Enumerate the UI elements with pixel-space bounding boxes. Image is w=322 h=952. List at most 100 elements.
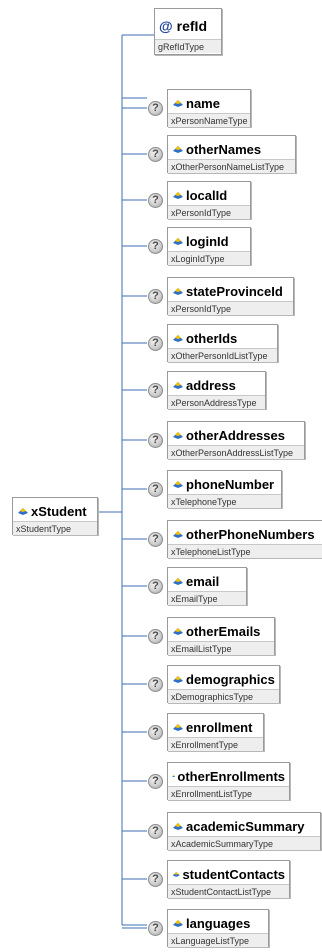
child-element-name-row: otherIds — [168, 325, 277, 348]
child-element-name: otherIds — [186, 330, 238, 346]
child-element-name: otherAddresses — [186, 427, 285, 443]
child-element-name: address — [186, 377, 236, 393]
child-element-name-row: studentContacts — [168, 861, 289, 884]
child-element-type: xLanguageListType — [168, 933, 268, 947]
child-element-name: name — [186, 95, 220, 111]
child-element-name: demographics — [186, 671, 275, 687]
child-element-otherids[interactable]: otherIds xOtherPersonIdListType — [167, 324, 278, 362]
child-element-otheremails[interactable]: otherEmails xEmailListType — [167, 617, 275, 655]
optional-question-icon: ? — [148, 482, 163, 497]
child-element-type: xEnrollmentListType — [168, 786, 289, 800]
child-element-phonenumber[interactable]: phoneNumber xTelephoneType — [167, 470, 282, 508]
child-element-othernames[interactable]: otherNames xOtherPersonNameListType — [167, 135, 296, 173]
child-element-name-row: demographics — [168, 666, 279, 689]
root-element-name-row: xStudent — [13, 498, 97, 521]
child-element-type: xTelephoneType — [168, 494, 281, 508]
child-element-name-row: enrollment — [168, 714, 263, 737]
optional-question-icon: ? — [148, 147, 163, 162]
element-icon — [172, 871, 180, 877]
child-element-type: xEmailType — [168, 591, 246, 605]
child-element-type: xPersonAddressType — [168, 395, 265, 409]
child-element-name: otherEnrollments — [177, 768, 285, 784]
element-icon — [18, 508, 28, 515]
child-element-stateprovinceid[interactable]: stateProvinceId xPersonIdType — [167, 277, 294, 315]
child-element-type: xDemographicsType — [168, 689, 279, 703]
child-element-name-row: stateProvinceId — [168, 278, 293, 301]
child-element-type: xOtherPersonIdListType — [168, 348, 277, 362]
child-element-loginid[interactable]: loginId xLoginIdType — [167, 227, 251, 265]
child-element-address[interactable]: address xPersonAddressType — [167, 371, 266, 409]
child-element-name-row: otherPhoneNumbers — [168, 521, 322, 544]
element-icon — [173, 192, 183, 199]
child-element-type: xLoginIdType — [168, 251, 250, 265]
attribute-type: gRefIdType — [155, 39, 221, 53]
element-icon — [173, 676, 183, 683]
root-element-name: xStudent — [31, 503, 87, 519]
optional-question-icon: ? — [148, 336, 163, 351]
optional-question-icon: ? — [148, 921, 163, 936]
child-element-localid[interactable]: localId xPersonIdType — [167, 181, 251, 219]
child-element-type: xOtherPersonNameListType — [168, 159, 295, 173]
child-element-name-row: email — [168, 568, 246, 591]
child-element-name-row: otherAddresses — [168, 422, 304, 445]
schema-diagram: xStudent xStudentType @ refId gRefIdType… — [0, 0, 322, 952]
child-element-type: xEnrollmentType — [168, 737, 263, 751]
child-element-name: email — [186, 573, 220, 589]
element-icon — [173, 100, 183, 107]
child-element-name: localId — [186, 187, 228, 203]
element-icon — [173, 382, 183, 389]
child-element-name-row: localId — [168, 182, 250, 205]
element-icon — [173, 920, 183, 927]
child-element-otherphonenumbers[interactable]: otherPhoneNumbers xTelephoneListType — [167, 520, 322, 558]
child-element-enrollment[interactable]: enrollment xEnrollmentType — [167, 713, 264, 751]
child-element-languages[interactable]: languages xLanguageListType — [167, 909, 269, 947]
child-element-otheraddresses[interactable]: otherAddresses xOtherPersonAddressListTyp… — [167, 421, 305, 459]
child-element-name: phoneNumber — [186, 476, 275, 492]
optional-question-icon: ? — [148, 289, 163, 304]
child-element-name: languages — [186, 915, 251, 931]
child-element-name-row: languages — [168, 910, 268, 933]
element-icon — [173, 823, 183, 830]
optional-question-icon: ? — [148, 824, 163, 839]
child-element-name-row: otherEmails — [168, 618, 274, 641]
child-element-name-row: phoneNumber — [168, 471, 281, 494]
attribute-name: refId — [176, 17, 207, 34]
child-element-type: xPersonIdType — [168, 301, 293, 315]
child-element-name-row: address — [168, 372, 265, 395]
root-element-xstudent[interactable]: xStudent xStudentType — [12, 497, 98, 535]
optional-question-icon: ? — [148, 579, 163, 594]
child-element-type: xPersonNameType — [168, 113, 250, 127]
child-element-demographics[interactable]: demographics xDemographicsType — [167, 665, 280, 703]
child-element-name[interactable]: name xPersonNameType — [167, 89, 251, 127]
optional-question-icon: ? — [148, 872, 163, 887]
child-element-studentcontacts[interactable]: studentContacts xStudentContactListType — [167, 860, 290, 898]
element-icon — [173, 288, 183, 295]
child-element-type: xOtherPersonAddressListType — [168, 445, 304, 459]
optional-question-icon: ? — [148, 532, 163, 547]
element-icon — [173, 628, 183, 635]
child-element-name-row: name — [168, 90, 250, 113]
child-element-name-row: academicSummary — [168, 813, 320, 836]
child-element-name: otherEmails — [186, 623, 261, 639]
child-element-type: xTelephoneListType — [168, 544, 322, 558]
attribute-icon: @ — [159, 17, 173, 34]
child-element-name-row: otherNames — [168, 136, 295, 159]
child-element-type: xAcademicSummaryType — [168, 836, 320, 850]
root-element-type: xStudentType — [13, 521, 97, 535]
child-element-name-row: loginId — [168, 228, 250, 251]
optional-question-icon: ? — [148, 239, 163, 254]
optional-question-icon: ? — [148, 101, 163, 116]
attribute-refid[interactable]: @ refId gRefIdType — [154, 8, 222, 55]
child-element-email[interactable]: email xEmailType — [167, 567, 247, 605]
child-element-academicsummary[interactable]: academicSummary xAcademicSummaryType — [167, 812, 321, 850]
child-element-otherenrollments[interactable]: otherEnrollments xEnrollmentListType — [167, 762, 290, 800]
element-icon — [173, 578, 183, 585]
child-element-name: stateProvinceId — [186, 283, 283, 299]
child-element-name: enrollment — [186, 719, 253, 735]
optional-question-icon: ? — [148, 433, 163, 448]
element-icon — [173, 335, 183, 342]
child-element-name: otherNames — [186, 141, 262, 157]
element-icon — [173, 481, 183, 488]
element-icon — [173, 531, 183, 538]
child-element-name-row: otherEnrollments — [168, 763, 289, 786]
